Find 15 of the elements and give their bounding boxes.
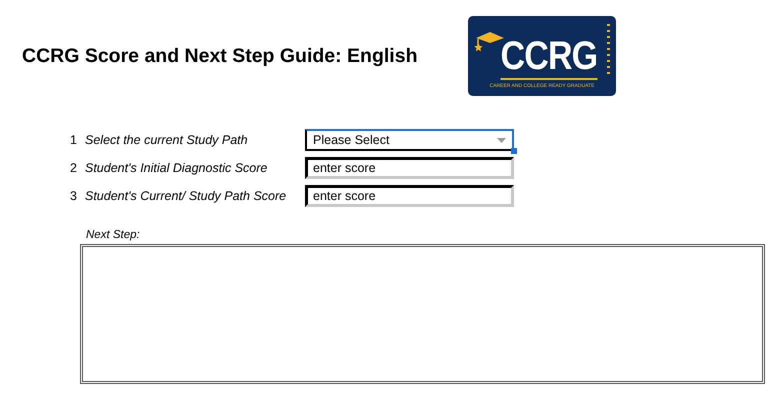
- resize-handle[interactable]: [511, 148, 517, 154]
- field-label: Select the current Study Path: [85, 133, 249, 147]
- logo-text: CCRG: [500, 34, 597, 80]
- row-number: 1: [70, 133, 78, 147]
- dots-icon: [607, 24, 610, 76]
- caret-icon: [497, 138, 506, 142]
- score-input-field[interactable]: enter score: [305, 157, 514, 179]
- next-step-label: Next Step:: [86, 229, 141, 241]
- field-label: Student's Current/ Study Path Score: [85, 189, 288, 203]
- field-label: Student's Initial Diagnostic Score: [85, 161, 268, 175]
- page-title: CCRG Score and Next Step Guide: English: [22, 45, 418, 68]
- row-number: 2: [70, 161, 78, 175]
- score-input-field[interactable]: enter score: [305, 185, 514, 207]
- study-path-dropdown[interactable]: Please Select: [305, 129, 514, 151]
- row-number: 3: [70, 189, 78, 203]
